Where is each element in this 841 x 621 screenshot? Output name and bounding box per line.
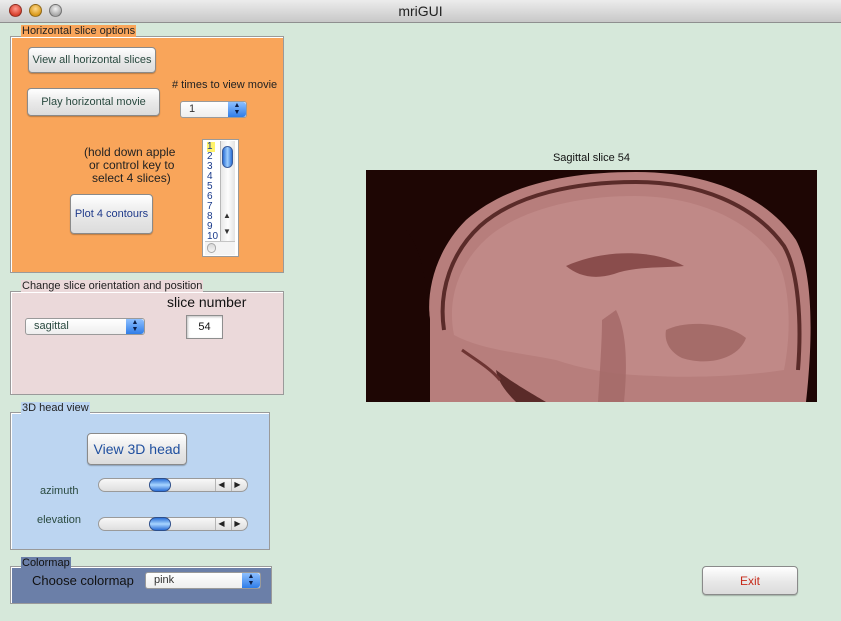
hint-line-1: (hold down apple <box>84 145 176 159</box>
up-down-arrows-icon: ▲ ▼ <box>242 573 260 588</box>
orientation-value: sagittal <box>34 320 69 332</box>
azimuth-slider-thumb[interactable] <box>149 478 171 492</box>
horizontal-panel-title: Horizontal slice options <box>21 25 137 37</box>
elevation-slider[interactable]: ◀ ▶ <box>98 517 248 531</box>
colormap-select[interactable]: pink ▲ ▼ <box>145 572 261 589</box>
left-arrow-icon[interactable]: ◀ <box>215 479 227 491</box>
left-arrow-icon[interactable]: ◀ <box>215 518 227 530</box>
scroll-up-arrow-icon[interactable]: ▲ <box>223 211 231 220</box>
mri-sagittal-graphic <box>366 170 817 402</box>
azimuth-label: azimuth <box>40 485 79 497</box>
hscroll-thumb[interactable] <box>207 243 216 253</box>
hint-line-2: or control key to <box>89 158 175 172</box>
times-to-view-select[interactable]: 1 ▲ ▼ <box>180 101 247 118</box>
scroll-thumb[interactable] <box>222 146 233 168</box>
orientation-select[interactable]: sagittal ▲ ▼ <box>25 318 145 335</box>
right-arrow-icon[interactable]: ▶ <box>231 479 243 491</box>
view-3d-head-button[interactable]: View 3D head <box>87 433 187 465</box>
title-bar: mriGUI <box>0 0 841 23</box>
image-caption: Sagittal slice 54 <box>552 152 631 164</box>
slice-list-scrollbar[interactable]: ▲ ▼ <box>220 141 235 241</box>
up-down-arrows-icon: ▲ ▼ <box>126 319 144 334</box>
scroll-down-arrow-icon[interactable]: ▼ <box>223 227 231 236</box>
up-down-arrows-icon: ▲ ▼ <box>228 102 246 117</box>
times-to-view-value: 1 <box>189 103 196 115</box>
slice-list-hscrollbar[interactable] <box>205 241 235 255</box>
elevation-label: elevation <box>37 514 82 526</box>
head3d-panel-title: 3D head view <box>21 402 90 414</box>
play-horizontal-movie-button[interactable]: Play horizontal movie <box>27 88 160 116</box>
orientation-panel-title: Change slice orientation and position <box>21 280 204 292</box>
view-all-horizontal-button[interactable]: View all horizontal slices <box>28 47 156 73</box>
slice-number-label: slice number <box>167 294 247 310</box>
slice-number-field[interactable]: 54 <box>186 315 223 339</box>
elevation-slider-thumb[interactable] <box>149 517 171 531</box>
hint-line-3: select 4 slices) <box>92 171 171 185</box>
colormap-panel-title: Colormap <box>21 557 71 569</box>
azimuth-slider[interactable]: ◀ ▶ <box>98 478 248 492</box>
exit-button[interactable]: Exit <box>702 566 798 595</box>
window-title: mriGUI <box>398 3 443 19</box>
times-to-view-label: # times to view movie <box>172 79 278 91</box>
plot-4-contours-button[interactable]: Plot 4 contours <box>70 194 153 234</box>
colormap-value: pink <box>154 574 175 586</box>
mri-sagittal-image <box>366 170 817 402</box>
right-arrow-icon[interactable]: ▶ <box>231 518 243 530</box>
choose-colormap-label: Choose colormap <box>32 573 134 588</box>
mrigui-window: mriGUI Horizontal slice options View all… <box>0 0 841 621</box>
